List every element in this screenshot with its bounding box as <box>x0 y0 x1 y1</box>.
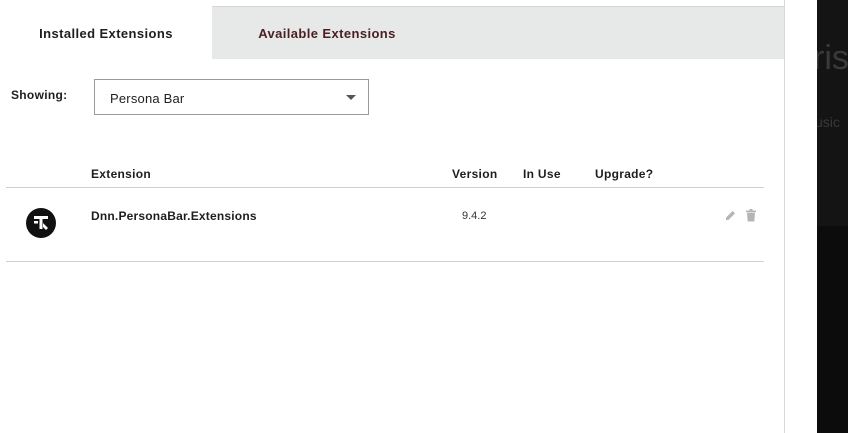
persona-bar-logo-icon <box>26 208 56 238</box>
background-page-title: ris <box>817 39 848 77</box>
extension-version: 9.4.2 <box>462 210 487 222</box>
delete-extension-button[interactable] <box>744 208 758 222</box>
column-header-version: Version <box>452 167 498 181</box>
tab-available-label: Available Extensions <box>258 26 396 41</box>
tab-available-extensions[interactable]: Available Extensions <box>212 7 442 60</box>
showing-label: Showing: <box>11 88 68 102</box>
extensions-screen: ris usic Installed Extensions Available … <box>0 0 848 433</box>
extensions-panel: Installed Extensions Available Extension… <box>0 0 785 433</box>
column-header-upgrade: Upgrade? <box>595 167 654 181</box>
extension-name: Dnn.PersonaBar.Extensions <box>91 209 257 223</box>
edit-extension-button[interactable] <box>723 208 737 222</box>
tab-strip: Installed Extensions Available Extension… <box>0 6 784 60</box>
background-page-lower <box>817 226 848 433</box>
trash-icon <box>746 208 756 221</box>
extension-type-dropdown[interactable]: Persona Bar <box>94 79 369 115</box>
column-header-in-use: In Use <box>523 167 561 181</box>
tab-installed-label: Installed Extensions <box>39 25 173 41</box>
table-divider <box>6 261 764 262</box>
column-header-extension: Extension <box>91 167 152 181</box>
caret-down-icon <box>346 95 356 100</box>
table-row[interactable]: Dnn.PersonaBar.Extensions 9.4.2 <box>6 188 764 261</box>
background-page-subtitle: usic <box>817 114 840 130</box>
pencil-icon <box>725 210 735 220</box>
tab-installed-extensions[interactable]: Installed Extensions <box>0 6 212 60</box>
dropdown-selected-value: Persona Bar <box>110 91 185 106</box>
